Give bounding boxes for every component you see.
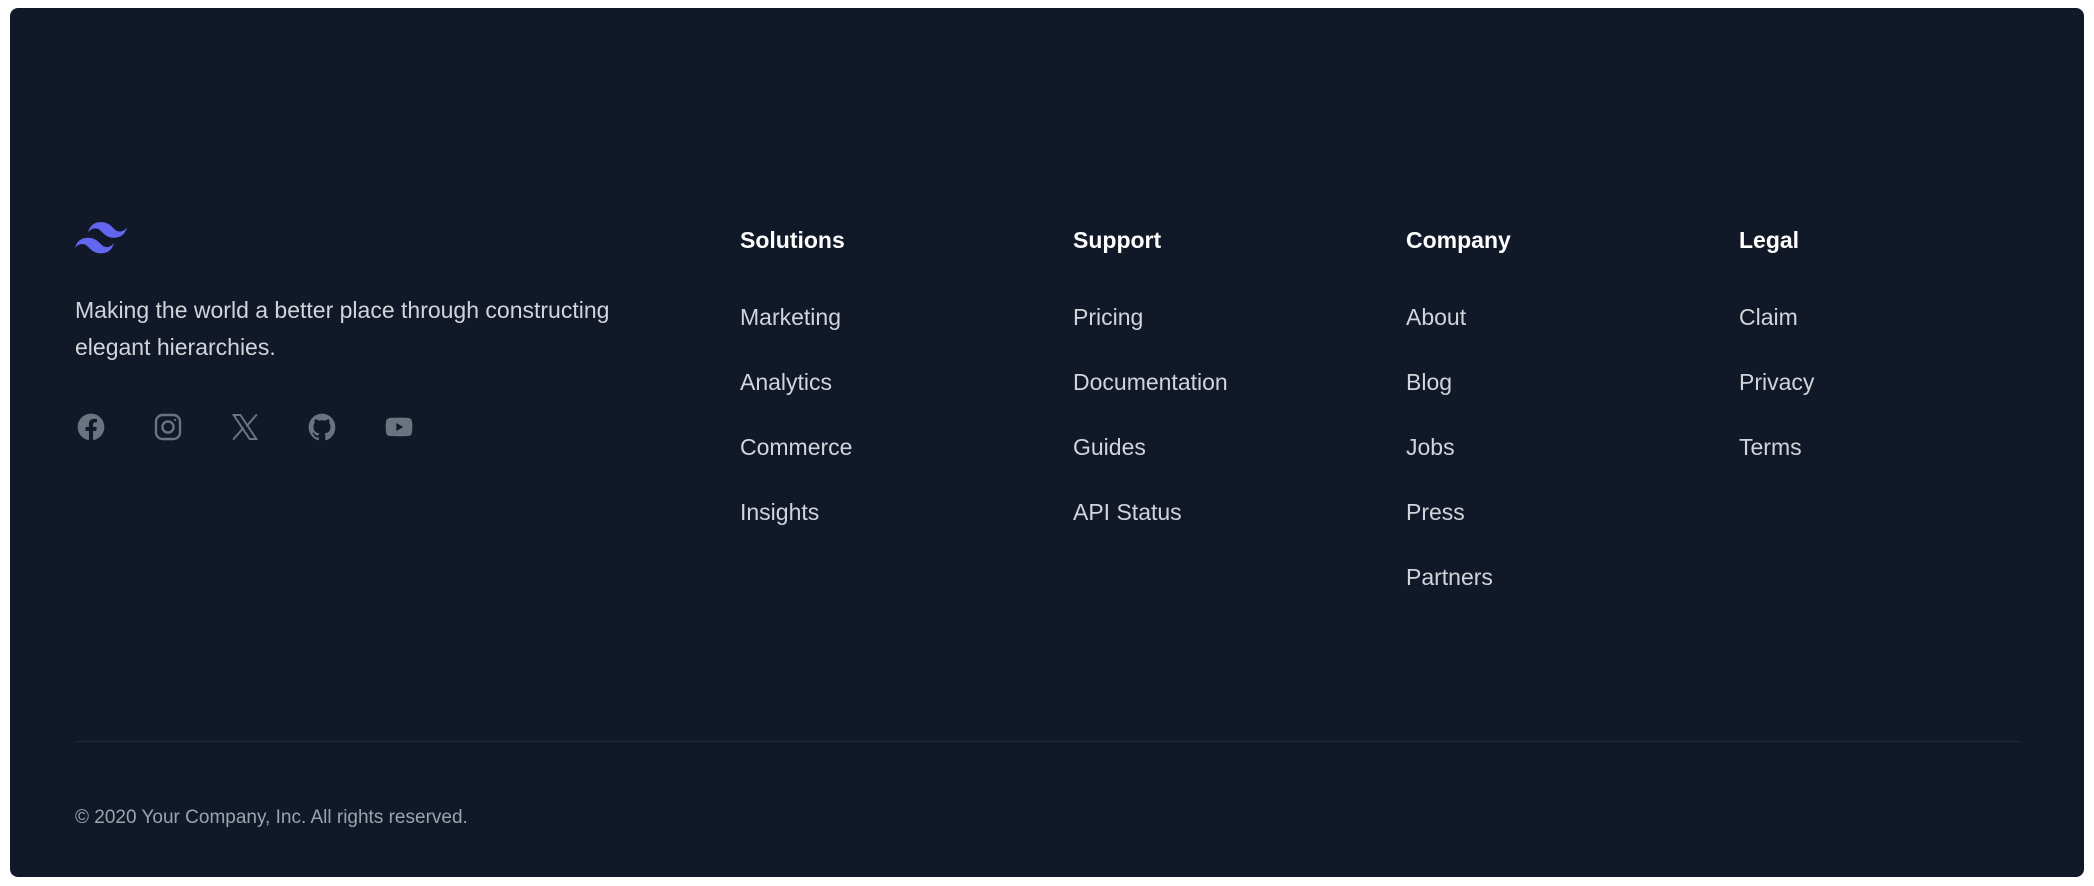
link-list-support: Pricing Documentation Guides API Status	[1073, 303, 1228, 563]
column-heading-support: Support	[1073, 227, 1162, 253]
footer-link-jobs[interactable]: Jobs	[1406, 433, 1455, 461]
youtube-link[interactable]	[383, 411, 415, 443]
footer-link-partners[interactable]: Partners	[1406, 563, 1493, 591]
github-link[interactable]	[306, 411, 338, 443]
column-heading-legal: Legal	[1739, 227, 1800, 253]
tailwind-waves-icon	[75, 222, 127, 254]
x-icon	[231, 414, 259, 440]
github-icon	[308, 413, 336, 441]
footer-link-privacy[interactable]: Privacy	[1739, 368, 1814, 396]
footer-column-solutions: Solutions Marketing Analytics Commerce I…	[740, 226, 852, 563]
footer-column-legal: Legal Claim Privacy Terms	[1739, 226, 1814, 498]
x-link[interactable]	[229, 411, 261, 443]
footer-link-about[interactable]: About	[1406, 303, 1466, 331]
footer-column-support: Support Pricing Documentation Guides API…	[1073, 226, 1228, 563]
facebook-link[interactable]	[75, 411, 107, 443]
footer-link-marketing[interactable]: Marketing	[740, 303, 841, 331]
column-heading-solutions: Solutions	[740, 227, 845, 253]
footer-link-insights[interactable]: Insights	[740, 498, 819, 526]
footer: Making the world a better place through …	[10, 8, 2084, 877]
link-list-company: About Blog Jobs Press Partners	[1406, 303, 1511, 628]
footer-link-api-status[interactable]: API Status	[1073, 498, 1182, 526]
youtube-icon	[385, 417, 413, 437]
footer-tagline: Making the world a better place through …	[75, 297, 610, 360]
footer-link-documentation[interactable]: Documentation	[1073, 368, 1228, 396]
footer-divider	[75, 741, 2020, 742]
footer-link-press[interactable]: Press	[1406, 498, 1465, 526]
social-links	[75, 411, 675, 443]
footer-link-terms[interactable]: Terms	[1739, 433, 1802, 461]
instagram-icon	[154, 413, 182, 441]
copyright-text: © 2020 Your Company, Inc. All rights res…	[75, 807, 468, 828]
footer-link-blog[interactable]: Blog	[1406, 368, 1452, 396]
footer-link-commerce[interactable]: Commerce	[740, 433, 852, 461]
facebook-icon	[77, 413, 105, 441]
link-list-solutions: Marketing Analytics Commerce Insights	[740, 303, 852, 563]
footer-brand: Making the world a better place through …	[75, 218, 675, 443]
link-list-legal: Claim Privacy Terms	[1739, 303, 1814, 498]
footer-link-analytics[interactable]: Analytics	[740, 368, 832, 396]
footer-link-pricing[interactable]: Pricing	[1073, 303, 1143, 331]
footer-link-claim[interactable]: Claim	[1739, 303, 1798, 331]
footer-link-guides[interactable]: Guides	[1073, 433, 1146, 461]
footer-column-company: Company About Blog Jobs Press Partners	[1406, 226, 1511, 628]
column-heading-company: Company	[1406, 227, 1511, 253]
instagram-link[interactable]	[152, 411, 184, 443]
